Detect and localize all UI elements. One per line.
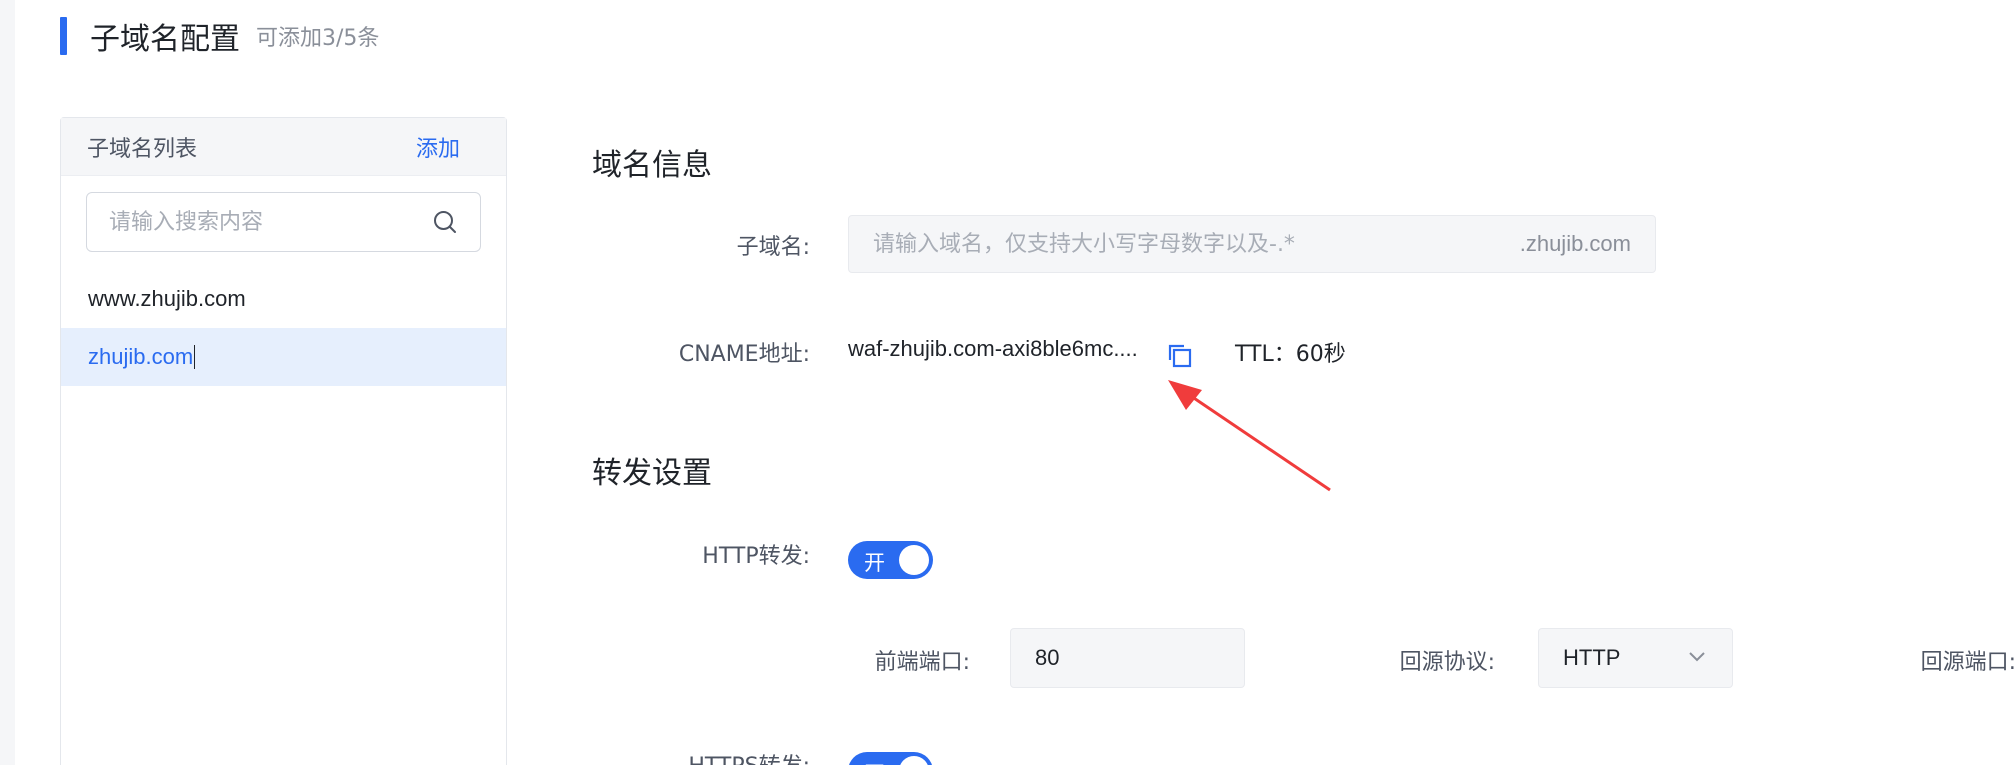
frontend-port-input[interactable] — [1035, 645, 1323, 671]
list-item-active[interactable]: zhujib.com — [61, 328, 506, 386]
subdomain-input[interactable] — [873, 231, 1520, 257]
chevron-down-icon — [1686, 645, 1708, 672]
http-forward-label: HTTP转发: — [702, 544, 810, 569]
origin-protocol-value: HTTP — [1563, 645, 1621, 670]
panel-title: 子域名列表 — [87, 136, 198, 162]
origin-protocol-select[interactable]: HTTP — [1538, 628, 1733, 688]
http-forward-toggle[interactable]: 开 — [848, 541, 933, 579]
https-forward-toggle[interactable]: 开 — [848, 752, 933, 765]
domain-suffix: .zhujib.com — [1519, 231, 1631, 256]
copy-icon[interactable] — [1166, 342, 1194, 370]
origin-port-label: 回源端口: — [1920, 650, 2016, 675]
https-forward-label: HTTPS转发: — [600, 748, 810, 765]
panel-header: 子域名列表 添加 — [61, 118, 506, 176]
list-item-label: zhujib.com — [88, 344, 194, 369]
cname-value: waf-zhujib.com-axi8ble6mc.... — [848, 336, 1138, 361]
annotation-arrow-icon — [1168, 380, 1331, 492]
origin-protocol-label: 回源协议: — [1399, 650, 1495, 675]
search-input[interactable] — [109, 209, 432, 235]
section-title-forward: 转发设置 — [592, 456, 712, 491]
left-gutter — [0, 0, 15, 765]
toggle-on-text: 开 — [864, 551, 885, 575]
section-title-domain-info: 域名信息 — [592, 148, 712, 183]
add-subdomain-button[interactable]: 添加 — [416, 131, 460, 163]
search-box — [86, 192, 481, 252]
subdomain-field: .zhujib.com — [848, 215, 1656, 273]
search-icon[interactable] — [432, 209, 458, 235]
subdomain-list: www.zhujib.com zhujib.com — [61, 270, 506, 386]
quota-text: 可添加3/5条 — [256, 26, 380, 51]
frontend-port-label: 前端端口: — [874, 650, 970, 675]
cname-label: CNAME地址: — [678, 342, 810, 367]
page-title: 子域名配置 — [90, 22, 240, 57]
ttl-text: TTL：60秒 — [1235, 342, 1346, 367]
header-accent-bar — [60, 17, 67, 55]
toggle-knob — [899, 756, 929, 765]
toggle-on-text: 开 — [864, 758, 885, 765]
text-caret — [194, 345, 196, 369]
subdomain-label: 子域名: — [736, 235, 810, 260]
subdomain-list-panel: 子域名列表 添加 www.zhujib.com zhujib.com — [60, 117, 507, 765]
list-item[interactable]: www.zhujib.com — [61, 270, 506, 328]
list-item-label: www.zhujib.com — [88, 286, 246, 311]
frontend-port-field — [1010, 628, 1323, 688]
page-header: 子域名配置 可添加3/5条 — [60, 16, 380, 57]
toggle-knob — [899, 545, 929, 575]
